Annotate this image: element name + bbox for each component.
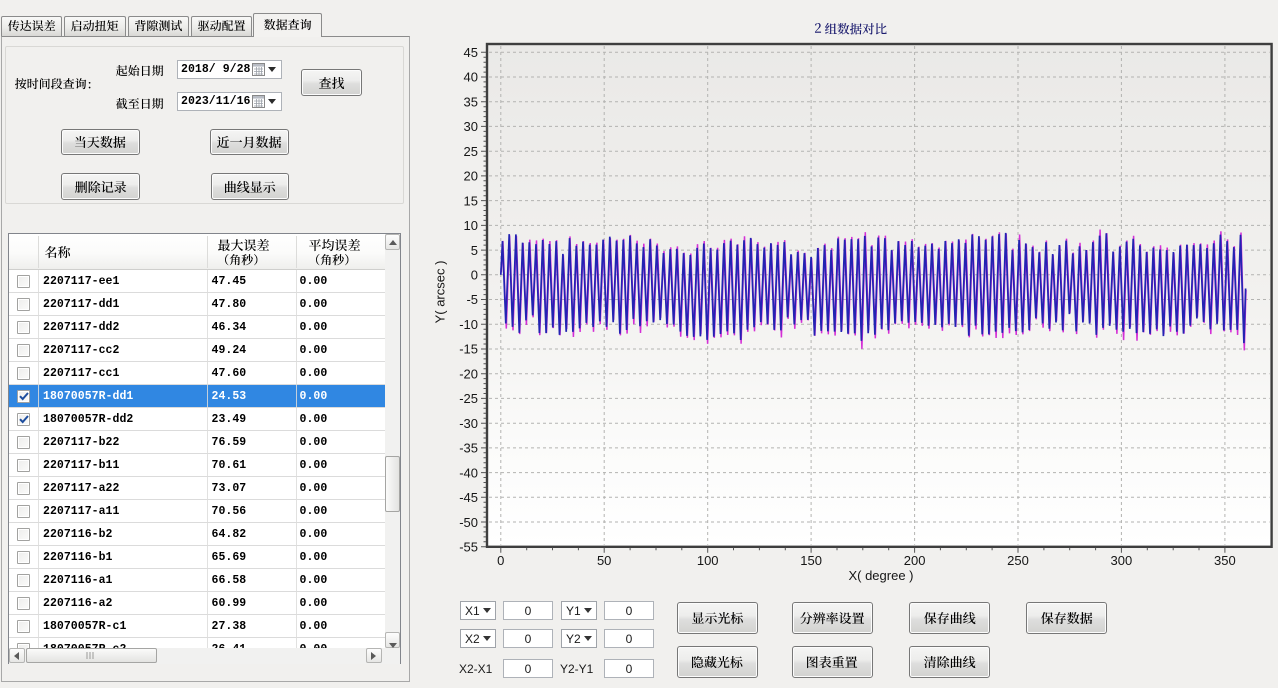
svg-text:-20: -20 xyxy=(459,366,478,381)
svg-text:-25: -25 xyxy=(459,391,478,406)
svg-text:0: 0 xyxy=(471,268,478,283)
svg-text:25: 25 xyxy=(464,144,478,159)
svg-text:100: 100 xyxy=(697,553,719,568)
svg-text:50: 50 xyxy=(597,553,611,568)
svg-text:-35: -35 xyxy=(459,441,478,456)
svg-text:-45: -45 xyxy=(459,490,478,505)
svg-text:200: 200 xyxy=(904,553,926,568)
svg-text:5: 5 xyxy=(471,243,478,258)
svg-text:45: 45 xyxy=(464,45,478,60)
svg-text:Y( arcsec ): Y( arcsec ) xyxy=(433,261,448,324)
svg-text:10: 10 xyxy=(464,218,478,233)
svg-text:35: 35 xyxy=(464,94,478,109)
svg-text:250: 250 xyxy=(1007,553,1029,568)
svg-text:15: 15 xyxy=(464,193,478,208)
svg-text:-15: -15 xyxy=(459,342,478,357)
svg-text:350: 350 xyxy=(1214,553,1236,568)
svg-text:150: 150 xyxy=(800,553,822,568)
svg-text:-10: -10 xyxy=(459,317,478,332)
svg-text:X( degree ): X( degree ) xyxy=(848,568,913,583)
svg-text:20: 20 xyxy=(464,169,478,184)
svg-text:-40: -40 xyxy=(459,465,478,480)
svg-text:-55: -55 xyxy=(459,540,478,555)
svg-text:0: 0 xyxy=(497,553,504,568)
svg-text:-30: -30 xyxy=(459,416,478,431)
svg-text:300: 300 xyxy=(1111,553,1133,568)
svg-text:40: 40 xyxy=(464,70,478,85)
svg-text:30: 30 xyxy=(464,119,478,134)
svg-text:-50: -50 xyxy=(459,515,478,530)
svg-text:-5: -5 xyxy=(466,292,478,307)
